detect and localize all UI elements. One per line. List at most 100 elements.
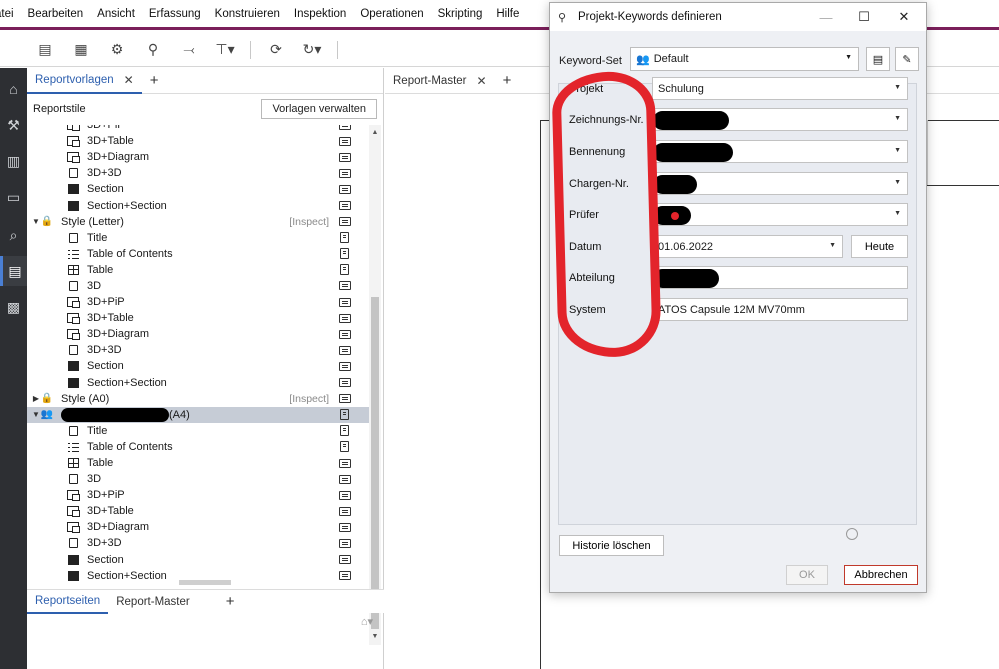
barcode-icon[interactable]: ▥ xyxy=(0,146,27,176)
refresh-icon[interactable]: ⟳ xyxy=(265,40,287,60)
scroll-down-icon[interactable]: ▼ xyxy=(369,631,381,643)
tab-reportseiten[interactable]: Reportseiten xyxy=(27,590,109,614)
tree-row[interactable]: ▼ 🔒 Style (Letter) [Inspect] xyxy=(27,214,369,230)
cancel-button[interactable]: Abbrechen xyxy=(844,565,918,585)
template-edit-icon[interactable] xyxy=(339,184,351,194)
horizontal-scroll-thumb[interactable] xyxy=(179,580,231,585)
tree-scrollbar[interactable]: ▲ ▼ xyxy=(369,125,381,645)
select-field-4[interactable]: ▼ xyxy=(652,203,908,226)
menu-item[interactable]: Ansicht xyxy=(90,8,142,20)
template-edit-icon[interactable] xyxy=(339,168,351,178)
tree-row[interactable]: 3D+Diagram xyxy=(27,326,369,342)
tree-row[interactable]: 3D+3D xyxy=(27,342,369,358)
close-icon[interactable]: ✕ xyxy=(477,74,487,88)
tree-row[interactable]: Table of Contents xyxy=(27,246,369,262)
template-edit-icon[interactable] xyxy=(339,474,351,484)
add-tab-button[interactable]: + xyxy=(218,593,243,610)
expand-arrow-icon[interactable]: ▶ xyxy=(31,394,41,403)
template-edit-icon[interactable] xyxy=(339,490,351,500)
menu-item[interactable]: Konstruieren xyxy=(208,8,287,20)
tree-row[interactable]: 3D+PiP xyxy=(27,487,369,503)
select-field-3[interactable]: ▼ xyxy=(652,172,908,195)
tag-dropdown-icon[interactable]: ⌂▾ xyxy=(361,615,373,628)
template-edit-icon[interactable] xyxy=(339,152,351,162)
expand-arrow-icon[interactable]: ▼ xyxy=(31,410,41,419)
template-edit-icon[interactable] xyxy=(339,329,351,339)
report-icon[interactable]: ▤ xyxy=(0,256,27,286)
clear-history-button[interactable]: Historie löschen xyxy=(559,535,664,556)
template-edit-icon[interactable] xyxy=(339,136,351,146)
close-icon[interactable]: ✕ xyxy=(124,73,134,87)
maximize-button[interactable]: ☐ xyxy=(848,3,880,31)
edit-keywords-button[interactable]: ✎ xyxy=(895,47,919,71)
template-edit-icon[interactable] xyxy=(339,555,351,565)
menu-item[interactable]: atei xyxy=(0,8,21,20)
tree-row[interactable]: 3D+Table xyxy=(27,310,369,326)
template-edit-icon[interactable] xyxy=(339,538,351,548)
template-edit-icon[interactable] xyxy=(339,361,351,371)
template-edit-icon[interactable] xyxy=(339,522,351,532)
template-edit-icon[interactable] xyxy=(339,571,351,581)
home-icon[interactable]: ⌂ xyxy=(0,74,27,104)
wrench-icon[interactable]: ⚒ xyxy=(0,110,27,140)
tree-row[interactable]: 3D+Table xyxy=(27,503,369,519)
tree-row[interactable]: Table xyxy=(27,455,369,471)
template-edit-icon[interactable] xyxy=(340,248,349,260)
select-field-2[interactable]: ▼ xyxy=(652,140,908,163)
add-tab-button[interactable]: + xyxy=(495,72,520,89)
undo-dropdown-icon[interactable]: ↻▾ xyxy=(301,40,323,60)
tree-row[interactable]: Table of Contents xyxy=(27,439,369,455)
tree-row[interactable]: 3D xyxy=(27,278,369,294)
template-edit-icon[interactable] xyxy=(339,378,351,388)
inspect-link[interactable]: [Inspect] xyxy=(289,393,329,405)
menu-item[interactable]: Skripting xyxy=(431,8,490,20)
grid-view-icon[interactable]: ▩ xyxy=(0,292,27,322)
keyword-list-button[interactable]: ▤ xyxy=(866,47,890,71)
tree-row[interactable]: 3D+Diagram xyxy=(27,149,369,165)
tree-row[interactable]: 3D xyxy=(27,471,369,487)
text-field-7[interactable]: ATOS Capsule 12M MV70mm xyxy=(652,298,908,321)
minimize-button[interactable]: — xyxy=(810,3,842,31)
template-edit-icon[interactable] xyxy=(340,232,349,244)
tree-row[interactable]: Title xyxy=(27,423,369,439)
menu-item[interactable]: Inspektion xyxy=(287,8,353,20)
tree-row[interactable]: 3D+3D xyxy=(27,535,369,551)
menu-item[interactable]: Operationen xyxy=(353,8,430,20)
add-tab-button[interactable]: + xyxy=(142,72,167,89)
page-settings-icon[interactable]: ⚙ xyxy=(106,40,128,60)
tree-row[interactable]: Table xyxy=(27,262,369,278)
select-field-0[interactable]: Schulung ▼ xyxy=(652,77,908,100)
menu-item[interactable]: Bearbeiten xyxy=(21,8,91,20)
tree-row[interactable]: 3D+3D xyxy=(27,165,369,181)
select-field-5[interactable]: 01.06.2022 ▼ xyxy=(652,235,843,258)
keyword-set-select[interactable]: 👥 Default ▼ xyxy=(630,47,859,71)
tree-row[interactable]: ▶ 🔒 Style (A0) [Inspect] xyxy=(27,391,369,407)
tree-row[interactable]: Section xyxy=(27,358,369,374)
template-edit-icon[interactable] xyxy=(339,458,351,468)
tree-row[interactable]: ▼ 👥 (A4) xyxy=(27,406,369,423)
tree-row[interactable]: Section xyxy=(27,181,369,197)
export-page-icon[interactable]: ▦ xyxy=(70,40,92,60)
close-button[interactable]: ✕ xyxy=(888,3,920,31)
template-edit-icon[interactable] xyxy=(340,425,349,437)
today-button[interactable]: Heute xyxy=(851,235,908,258)
manage-templates-button[interactable]: Vorlagen verwalten xyxy=(261,99,377,119)
template-edit-icon[interactable] xyxy=(339,313,351,323)
print-dropdown-icon[interactable]: ⊤▾ xyxy=(214,40,236,60)
tree-row[interactable]: 3D+Table xyxy=(27,133,369,149)
template-edit-icon[interactable] xyxy=(339,281,351,291)
template-edit-icon[interactable] xyxy=(339,345,351,355)
menu-item[interactable]: Hilfe xyxy=(489,8,526,20)
tab-reportvorlagen[interactable]: Reportvorlagen ✕ xyxy=(27,68,142,94)
scroll-thumb[interactable] xyxy=(371,297,379,629)
tree-row[interactable]: Section+Section xyxy=(27,197,369,213)
tree-row[interactable]: 3D+PiP xyxy=(27,294,369,310)
text-field-6[interactable] xyxy=(652,266,908,289)
template-edit-icon[interactable] xyxy=(339,125,351,130)
camera-icon[interactable]: ▭ xyxy=(0,182,27,212)
template-edit-icon[interactable] xyxy=(339,297,351,307)
template-edit-icon[interactable] xyxy=(340,264,349,276)
template-edit-icon[interactable] xyxy=(339,506,351,516)
tab-report-master-center[interactable]: Report-Master ✕ xyxy=(385,68,495,94)
import-page-icon[interactable]: ▤ xyxy=(34,40,56,60)
